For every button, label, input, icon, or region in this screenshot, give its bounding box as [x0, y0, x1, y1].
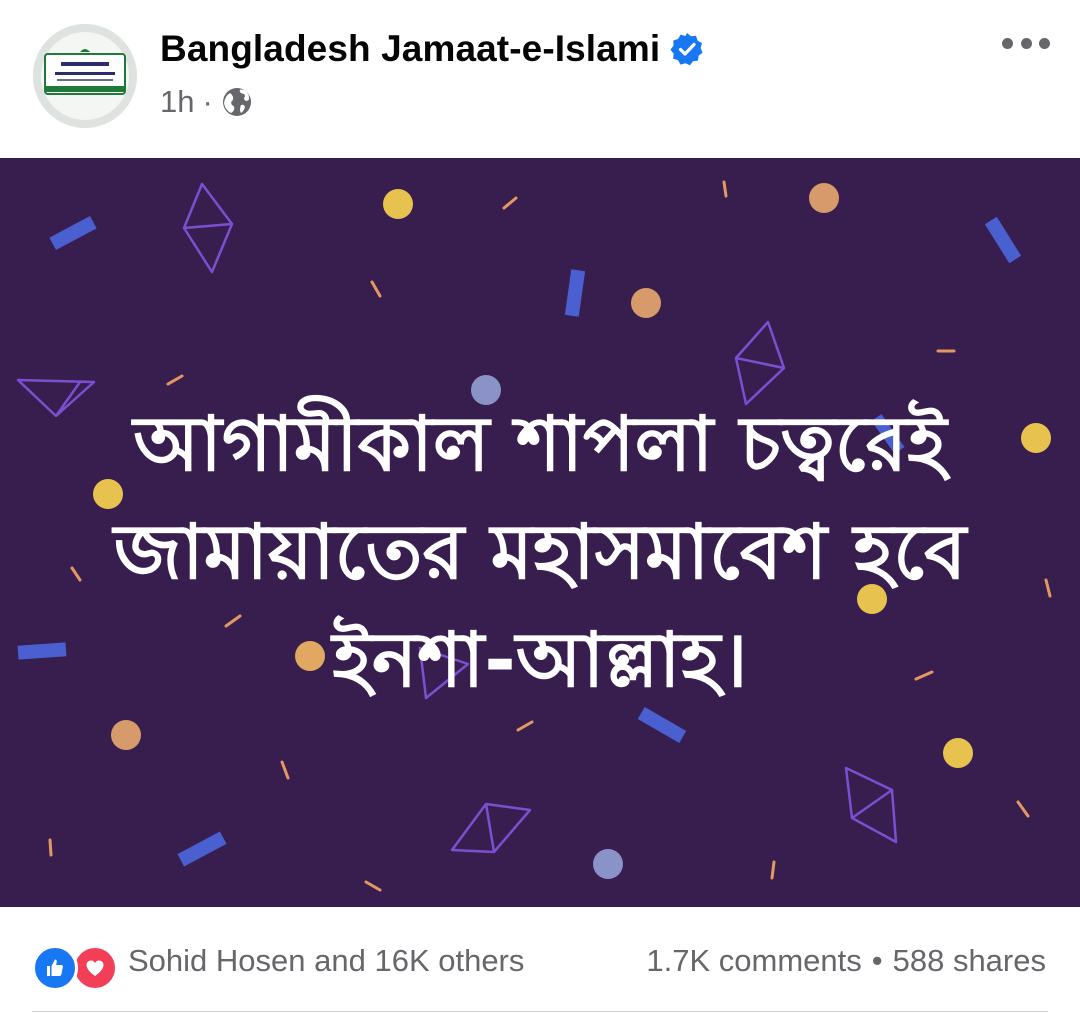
confetti-dot [111, 720, 141, 750]
post-text-line-2: জামায়াতের মহাসমাবেশ হবে [113, 507, 967, 596]
meta-separator: · [202, 84, 213, 119]
reactions-summary[interactable]: Sohid Hosen and 16K others [128, 943, 524, 979]
page-name[interactable]: Bangladesh Jamaat-e-Islami [160, 28, 660, 70]
post-image[interactable]: আগামীকাল শাপলা চত্বরেই জামায়াতের মহাসমা… [0, 158, 1080, 907]
confetti-rect [177, 831, 227, 867]
confetti-dot [943, 738, 973, 768]
post-meta: 1h · [160, 84, 253, 120]
more-options-button[interactable] [1002, 28, 1050, 58]
engagement-stats: 1.7K comments • 588 shares [646, 943, 1046, 979]
confetti-rect [49, 216, 97, 250]
shares-count[interactable]: 588 shares [893, 943, 1046, 979]
post-image-text: আগামীকাল শাপলা চত্বরেই জামায়াতের মহাসমা… [0, 390, 1080, 714]
page-avatar[interactable] [33, 24, 137, 128]
reaction-icons[interactable] [32, 945, 120, 991]
confetti-dot [383, 189, 413, 219]
confetti-rect [984, 216, 1022, 264]
love-icon [72, 945, 118, 991]
verified-badge-icon [670, 32, 704, 66]
confetti-dot [809, 183, 839, 213]
jamaat-logo [33, 24, 137, 128]
confetti-rect [564, 269, 586, 317]
more-horizontal-icon [1002, 37, 1013, 49]
footer-divider [32, 1011, 1048, 1012]
post-header: Bangladesh Jamaat-e-Islami 1h · [0, 0, 1080, 158]
post-timestamp[interactable]: 1h [160, 84, 194, 120]
confetti-dot [631, 288, 661, 318]
post-footer: Sohid Hosen and 16K others 1.7K comments… [0, 907, 1080, 1015]
stats-separator: • [871, 943, 883, 978]
post-text-line-1: আগামীকাল শাপলা চত্বরেই [133, 399, 947, 488]
page-name-row: Bangladesh Jamaat-e-Islami [160, 26, 704, 72]
globe-icon [221, 86, 253, 118]
like-icon [32, 945, 78, 991]
confetti-dot [593, 849, 623, 879]
post-text-line-3: ইনশা-আল্লাহ। [332, 615, 748, 704]
comments-count[interactable]: 1.7K comments [646, 943, 861, 979]
